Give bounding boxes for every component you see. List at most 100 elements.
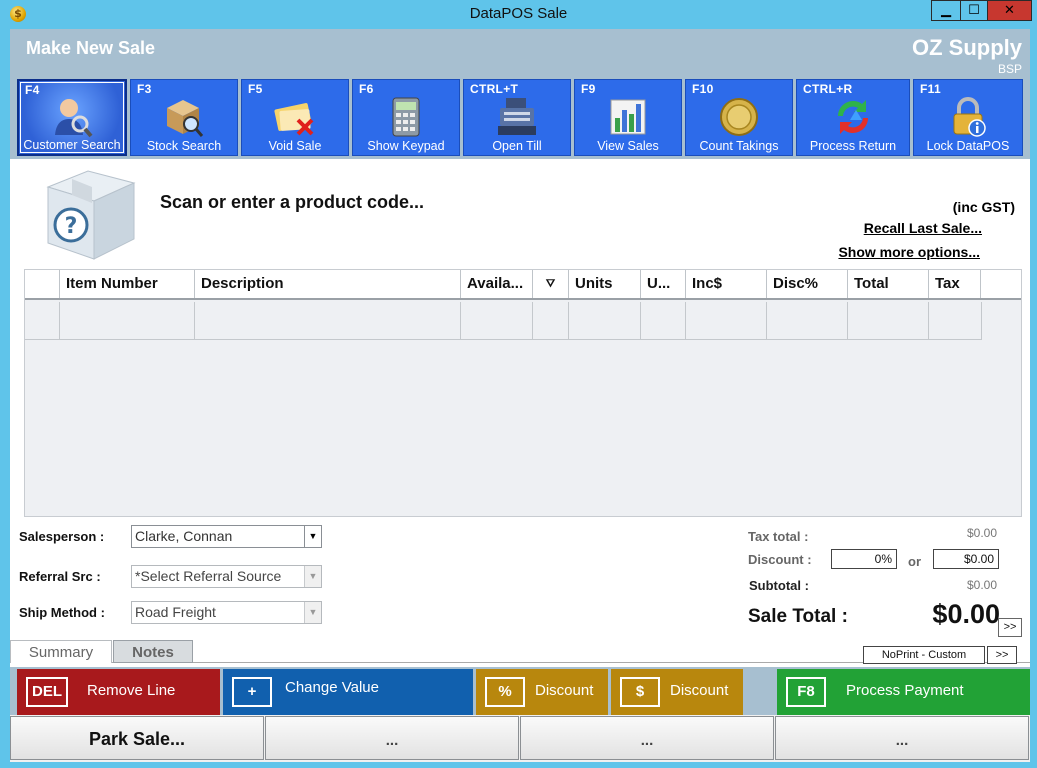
- referral-source-select[interactable]: *Select Referral Source ▼: [131, 565, 322, 588]
- key-hint: F9: [581, 82, 596, 96]
- customer-search-button[interactable]: F4 Customer Search: [17, 79, 127, 156]
- void-sale-button[interactable]: F5 Void Sale: [241, 79, 349, 156]
- scan-prompt[interactable]: Scan or enter a product code...: [160, 192, 424, 213]
- return-arrows-icon: [838, 100, 868, 134]
- lock-datapos-button[interactable]: F11 Lock DataPOS: [913, 79, 1023, 156]
- salesperson-label: Salesperson :: [19, 529, 105, 544]
- salesperson-value: Clarke, Connan: [135, 528, 233, 544]
- salesperson-select[interactable]: Clarke, Connan ▼: [131, 525, 322, 548]
- window-title: DataPOS Sale: [469, 5, 568, 22]
- title-bar[interactable]: $ DataPOS Sale ▁ ☐ ✕: [0, 0, 1037, 28]
- remove-line-button[interactable]: DEL Remove Line: [17, 669, 220, 715]
- tool-label: Stock Search: [146, 139, 222, 153]
- open-till-button[interactable]: CTRL+T Open Till: [463, 79, 571, 156]
- company-name: OZ Supply: [912, 35, 1022, 60]
- inc-price-cell[interactable]: [686, 302, 767, 340]
- col-selector[interactable]: [25, 270, 60, 298]
- scan-area: ? Scan or enter a product code... (inc G…: [10, 159, 1030, 269]
- discount-amount-field[interactable]: $0.00: [933, 549, 999, 569]
- ship-method-select[interactable]: Road Freight ▼: [131, 601, 322, 624]
- tax-total-label: Tax total :: [748, 529, 809, 544]
- sale-total-value: $0.00: [932, 599, 1000, 629]
- percent-discount-button[interactable]: % Discount: [476, 669, 608, 715]
- col-available[interactable]: Availa...: [461, 270, 533, 298]
- tax-total-value: $0.00: [966, 526, 997, 540]
- tool-label: View Sales: [597, 139, 659, 153]
- change-value-button[interactable]: + Change Value: [223, 669, 473, 715]
- minimize-button[interactable]: ▁: [931, 0, 961, 21]
- tab-notes[interactable]: Notes: [113, 640, 193, 663]
- discount-label: Discount :: [748, 552, 812, 567]
- tool-label: Show Keypad: [367, 139, 445, 153]
- table-row[interactable]: [25, 302, 982, 340]
- subtotal-value: $0.00: [966, 578, 997, 592]
- parked-slot-2-button[interactable]: ...: [265, 716, 519, 760]
- stock-search-button[interactable]: F3 Stock Search: [130, 79, 238, 156]
- total-cell[interactable]: [848, 302, 929, 340]
- park-sale-button[interactable]: Park Sale...: [10, 716, 264, 760]
- show-keypad-button[interactable]: F6 Show Keypad: [352, 79, 460, 156]
- parked-slot-3-button[interactable]: ...: [520, 716, 774, 760]
- units-cell[interactable]: [569, 302, 641, 340]
- disc-percent-cell[interactable]: [767, 302, 848, 340]
- parked-slot-4-button[interactable]: ...: [775, 716, 1029, 760]
- discount-percent-field[interactable]: 0%: [831, 549, 897, 569]
- f8-key-badge: F8: [786, 677, 826, 707]
- unknown-product-icon: ?: [46, 170, 136, 260]
- referral-value: *Select Referral Source: [135, 568, 282, 584]
- col-disc-percent[interactable]: Disc%: [767, 270, 848, 298]
- action-label: Change Value: [285, 679, 379, 696]
- col-description[interactable]: Description: [195, 270, 461, 298]
- tool-label: Process Return: [809, 139, 897, 153]
- keypad-icon: [392, 97, 420, 137]
- sale-content: Make New Sale OZ Supply BSP F4 Customer …: [10, 29, 1030, 762]
- ship-method-label: Ship Method :: [19, 605, 105, 620]
- maximize-button[interactable]: ☐: [960, 0, 988, 21]
- or-label: or: [908, 554, 921, 569]
- padlock-icon: [953, 97, 986, 137]
- print-options-button[interactable]: >>: [987, 646, 1017, 664]
- tool-label: Lock DataPOS: [926, 139, 1010, 153]
- col-item-number[interactable]: Item Number: [60, 270, 195, 298]
- col-units[interactable]: Units: [569, 270, 641, 298]
- available-cell[interactable]: [461, 302, 533, 340]
- chevron-down-icon[interactable]: ▼: [304, 526, 321, 547]
- chevron-down-icon[interactable]: ▼: [304, 602, 321, 623]
- col-inc-price[interactable]: Inc$: [686, 270, 767, 298]
- key-hint: F6: [359, 82, 374, 96]
- amount-discount-button[interactable]: $ Discount: [611, 669, 743, 715]
- close-button[interactable]: ✕: [987, 0, 1032, 21]
- key-hint: F4: [25, 83, 40, 97]
- process-return-button[interactable]: CTRL+R Process Return: [796, 79, 910, 156]
- col-unit[interactable]: U...: [641, 270, 686, 298]
- recall-last-sale-link[interactable]: Recall Last Sale...: [864, 220, 982, 236]
- key-hint: F10: [692, 82, 714, 96]
- count-takings-button[interactable]: F10 Count Takings: [685, 79, 793, 156]
- chevron-down-icon[interactable]: ▼: [304, 566, 321, 587]
- show-more-options-link[interactable]: Show more options...: [838, 244, 980, 260]
- tab-summary[interactable]: Summary: [10, 640, 112, 663]
- tax-cell[interactable]: [929, 302, 982, 340]
- description-cell[interactable]: [195, 302, 461, 340]
- print-mode-selector[interactable]: NoPrint - Custom: [863, 646, 985, 664]
- header-band: Make New Sale OZ Supply BSP: [10, 29, 1030, 77]
- ship-value: Road Freight: [135, 604, 216, 620]
- item-number-cell[interactable]: [60, 302, 195, 340]
- filter-icon[interactable]: ⛛: [533, 270, 569, 298]
- row-selector-cell[interactable]: [25, 302, 60, 340]
- customer-search-icon: [55, 99, 93, 138]
- void-sale-icon: [274, 103, 314, 136]
- key-hint: F3: [137, 82, 152, 96]
- view-sales-button[interactable]: F9 View Sales: [574, 79, 682, 156]
- dollar-icon: $: [620, 677, 660, 707]
- process-payment-button[interactable]: F8 Process Payment: [777, 669, 1030, 715]
- expand-totals-button[interactable]: >>: [998, 618, 1022, 637]
- park-bar: Park Sale... ... ... ...: [10, 715, 1030, 762]
- function-toolbar: F4 Customer Search F3 Stock Search F5 Vo…: [10, 77, 1030, 159]
- filter-cell[interactable]: [533, 302, 569, 340]
- col-tax[interactable]: Tax: [929, 270, 981, 298]
- svg-text:?: ?: [65, 214, 78, 239]
- unit-cell[interactable]: [641, 302, 686, 340]
- col-total[interactable]: Total: [848, 270, 929, 298]
- sale-lines-grid: Item Number Description Availa... ⛛ Unit…: [24, 269, 1022, 517]
